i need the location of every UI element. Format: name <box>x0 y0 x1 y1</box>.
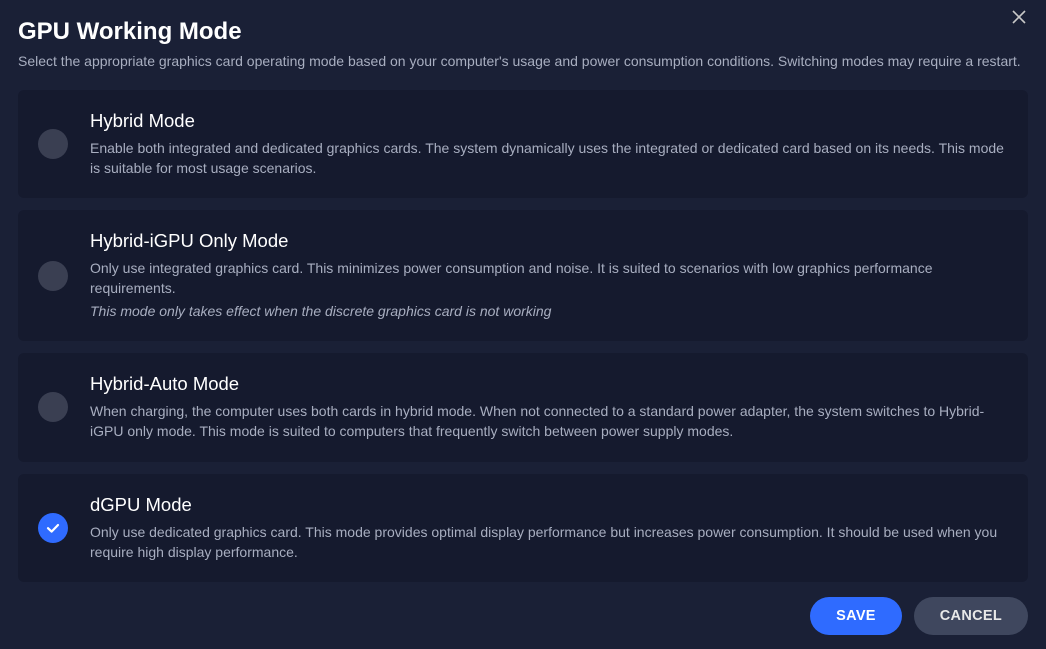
option-title: Hybrid-Auto Mode <box>90 373 1006 395</box>
option-title: Hybrid-iGPU Only Mode <box>90 230 1006 252</box>
option-title: Hybrid Mode <box>90 110 1006 132</box>
radio-hybrid-auto[interactable] <box>38 392 68 422</box>
radio-dgpu[interactable] <box>38 513 68 543</box>
option-body: Hybrid Mode Enable both integrated and d… <box>90 110 1006 179</box>
dialog-subtitle: Select the appropriate graphics card ope… <box>18 52 1028 72</box>
option-dgpu[interactable]: dGPU Mode Only use dedicated graphics ca… <box>18 474 1028 583</box>
option-hybrid-igpu[interactable]: Hybrid-iGPU Only Mode Only use integrate… <box>18 210 1028 341</box>
option-body: Hybrid-Auto Mode When charging, the comp… <box>90 373 1006 442</box>
dialog-title: GPU Working Mode <box>18 18 1028 46</box>
close-button[interactable] <box>1012 10 1032 30</box>
option-hybrid[interactable]: Hybrid Mode Enable both integrated and d… <box>18 90 1028 199</box>
cancel-button[interactable]: CANCEL <box>914 597 1028 635</box>
save-button[interactable]: SAVE <box>810 597 902 635</box>
option-body: Hybrid-iGPU Only Mode Only use integrate… <box>90 230 1006 321</box>
dialog-footer: SAVE CANCEL <box>810 597 1028 635</box>
option-title: dGPU Mode <box>90 494 1006 516</box>
radio-hybrid[interactable] <box>38 129 68 159</box>
checkmark-icon <box>45 520 61 536</box>
option-body: dGPU Mode Only use dedicated graphics ca… <box>90 494 1006 563</box>
close-icon <box>1012 10 1026 24</box>
option-desc: Enable both integrated and dedicated gra… <box>90 138 1006 179</box>
options-list: Hybrid Mode Enable both integrated and d… <box>18 90 1028 583</box>
option-desc: When charging, the computer uses both ca… <box>90 401 1006 442</box>
option-hybrid-auto[interactable]: Hybrid-Auto Mode When charging, the comp… <box>18 353 1028 462</box>
dialog-header: GPU Working Mode Select the appropriate … <box>18 18 1028 72</box>
radio-hybrid-igpu[interactable] <box>38 261 68 291</box>
option-desc: Only use integrated graphics card. This … <box>90 258 1006 299</box>
gpu-mode-dialog: GPU Working Mode Select the appropriate … <box>0 0 1046 649</box>
option-note: This mode only takes effect when the dis… <box>90 301 1006 321</box>
option-desc: Only use dedicated graphics card. This m… <box>90 522 1006 563</box>
